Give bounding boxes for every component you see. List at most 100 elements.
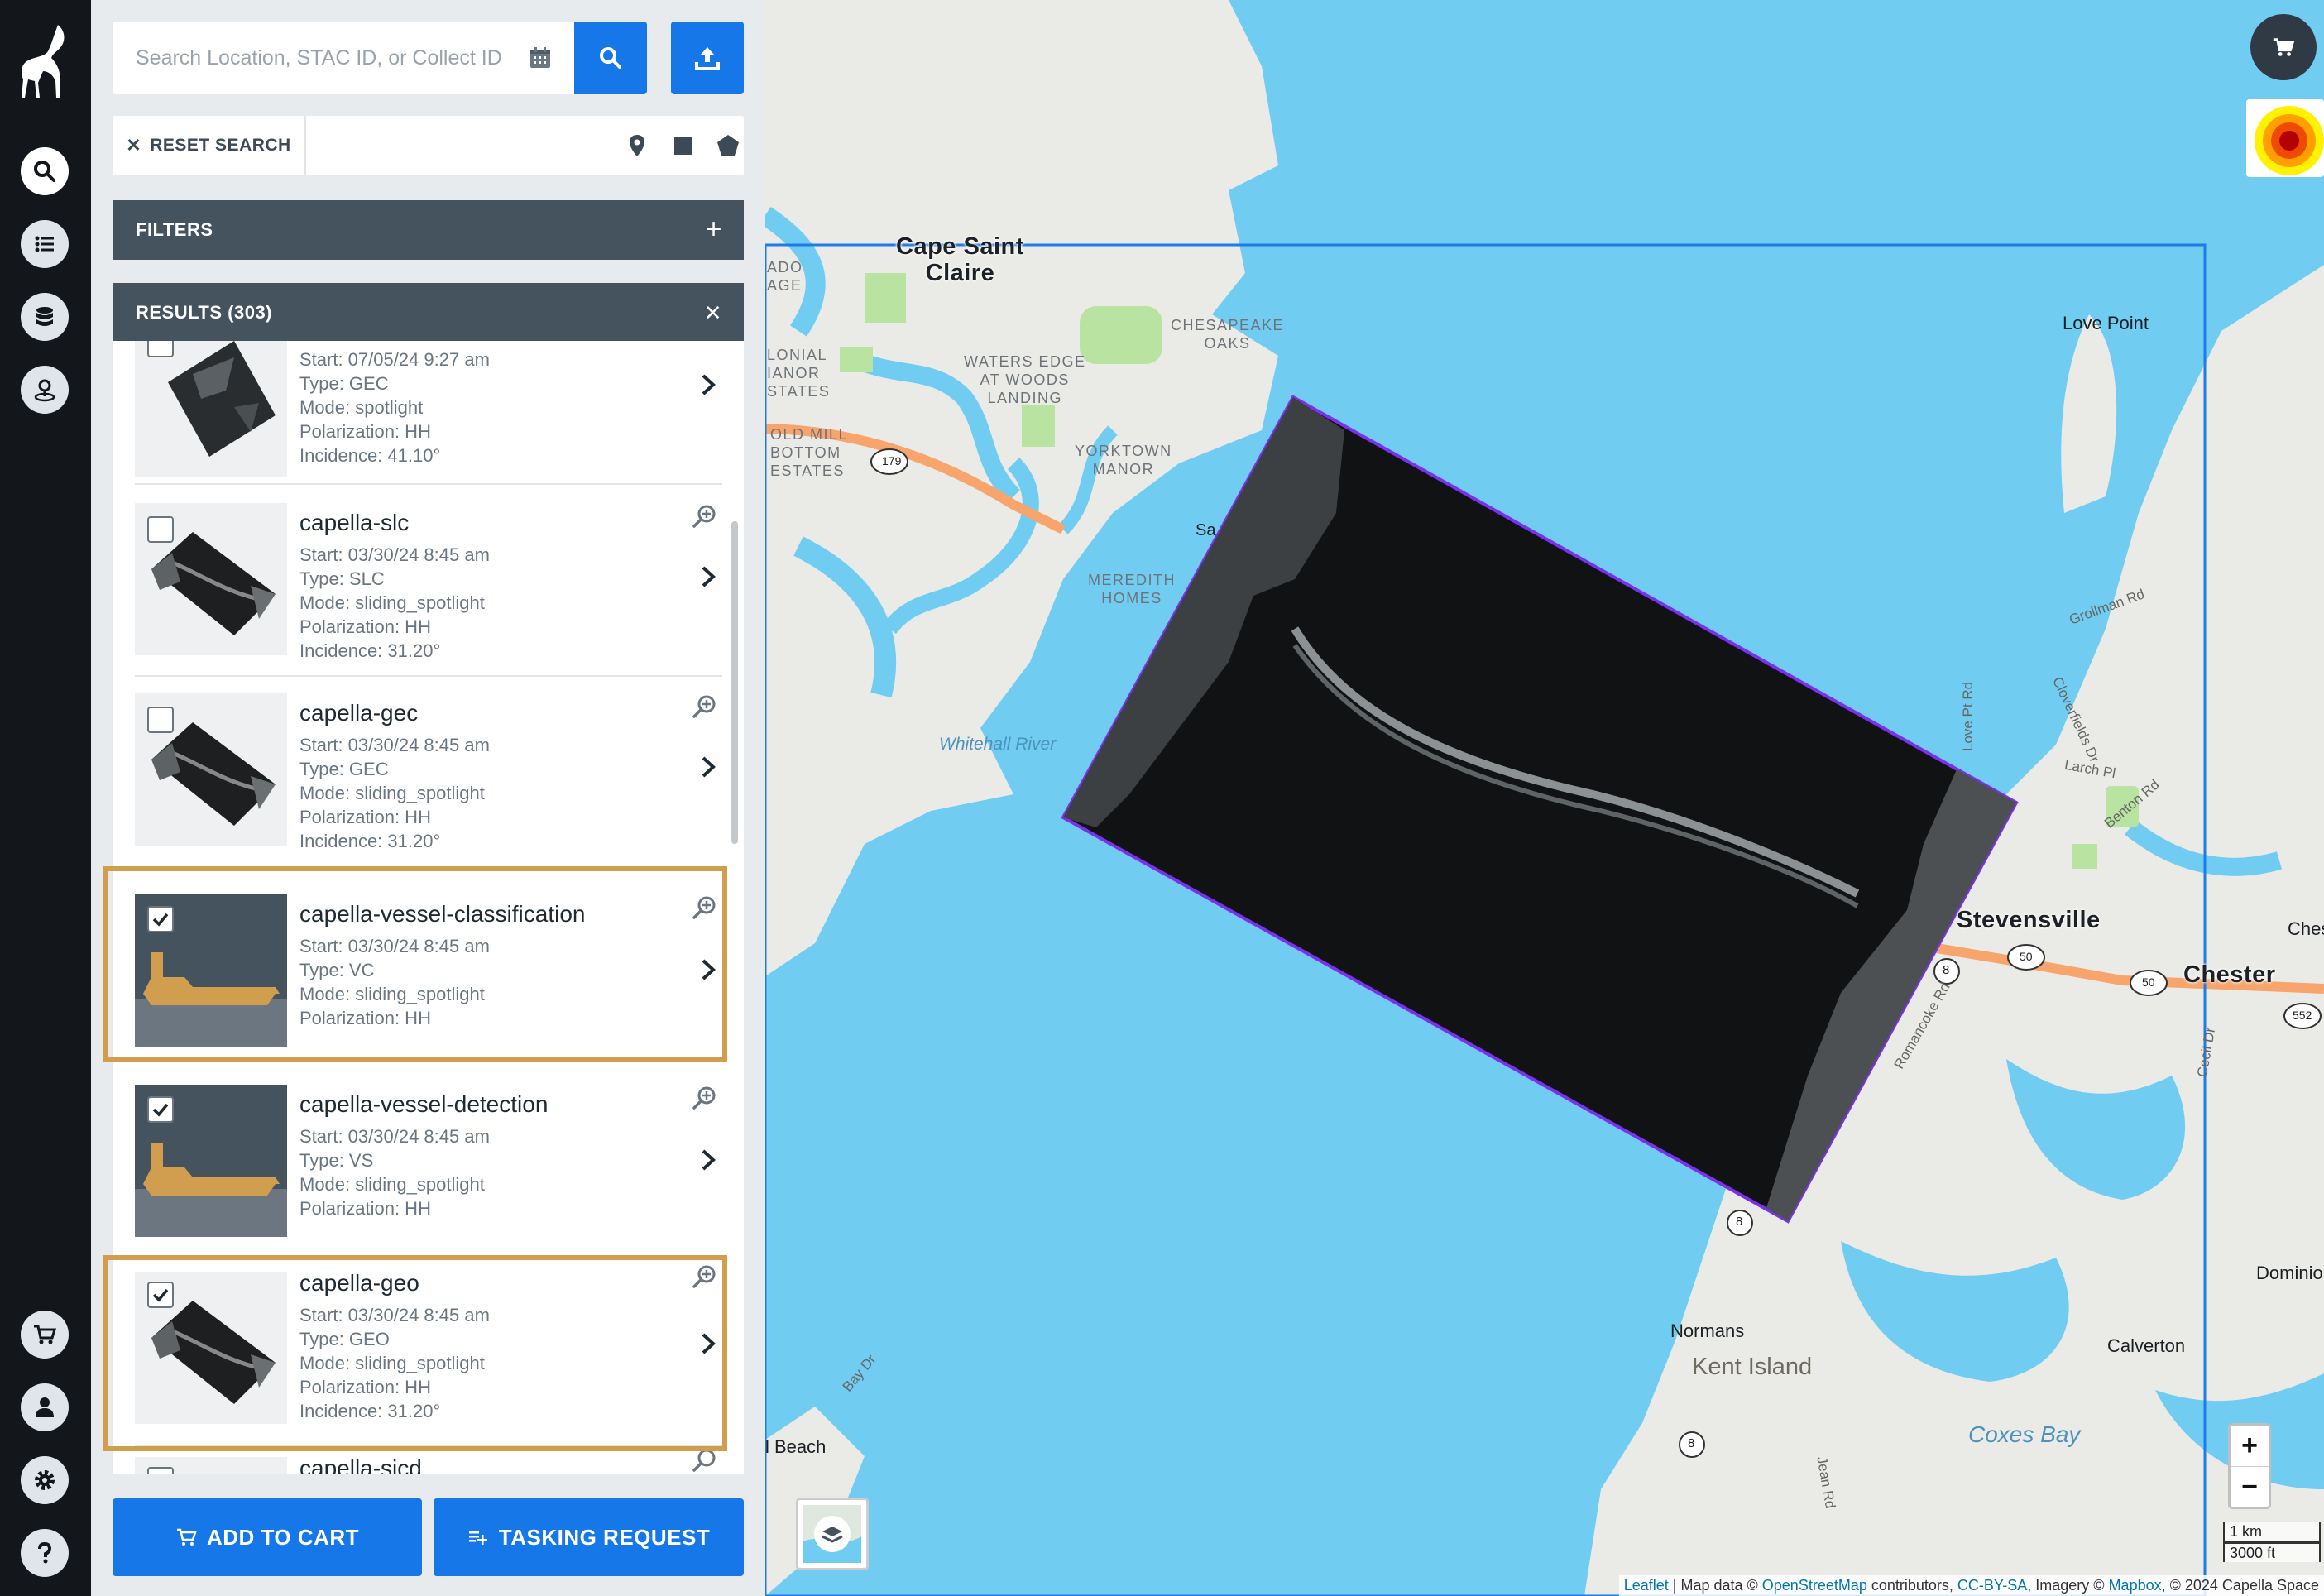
result-checkbox[interactable] [147, 1096, 174, 1123]
map-label: Whitehall River [939, 735, 1057, 754]
mapbox-link[interactable]: Mapbox [2109, 1577, 2162, 1594]
result-polarization: Polarization: HH [299, 421, 431, 442]
heatmap-icon [2246, 99, 2324, 177]
filters-bar[interactable]: FILTERS + [113, 200, 744, 260]
list-item[interactable]: capella-vessel-classification Start: 03/… [113, 884, 744, 1075]
zoom-in-button[interactable]: + [2231, 1426, 2269, 1467]
result-title: capella-vessel-classification [299, 901, 586, 927]
attribution-text: contributors, [1866, 1577, 1957, 1594]
result-thumbnail [135, 341, 287, 477]
attribution-text: , Imagery © [2027, 1577, 2109, 1594]
result-type: Type: GEO [299, 1329, 390, 1349]
scrollbar[interactable] [731, 521, 738, 844]
add-to-cart-button[interactable]: ADD TO CART [113, 1498, 422, 1576]
map-label: Dominio [2256, 1263, 2323, 1283]
close-icon[interactable]: ✕ [704, 300, 722, 326]
zoom-to-icon[interactable] [692, 1085, 718, 1111]
result-title: capella-sicd [299, 1455, 422, 1474]
zoom-to-icon[interactable] [692, 1447, 718, 1474]
reset-search-button[interactable]: ✕ RESET SEARCH [113, 116, 306, 175]
results-list[interactable]: Start: 07/05/24 9:27 am Type: GEC Mode: … [113, 341, 744, 1474]
map-label: OLD MILL BOTTOM ESTATES [770, 426, 849, 479]
polygon-icon[interactable] [715, 132, 741, 159]
search-icon [600, 47, 621, 69]
chevron-right-icon[interactable] [698, 755, 718, 779]
map-view[interactable]: Cape Saint Claire CHESAPEAKE OAKS WATERS… [765, 0, 2324, 1596]
heatmap-toggle[interactable] [2246, 99, 2324, 177]
chevron-right-icon[interactable] [698, 564, 718, 589]
map-label: Normans [1670, 1320, 1745, 1341]
result-checkbox[interactable] [147, 1467, 174, 1474]
leaflet-link[interactable]: Leaflet [1624, 1577, 1669, 1594]
zoom-out-button[interactable]: − [2231, 1467, 2269, 1507]
cart-button[interactable] [2250, 14, 2317, 80]
plus-icon[interactable]: + [706, 213, 722, 246]
capella-logo [22, 25, 65, 98]
result-checkbox[interactable] [147, 906, 174, 932]
map-label: MEREDITH HOMES [1088, 572, 1176, 606]
list-item[interactable]: capella-gec Start: 03/30/24 8:45 am Type… [113, 693, 744, 867]
result-polarization: Polarization: HH [299, 807, 431, 827]
scale-ft: 3000 ft [2223, 1542, 2321, 1562]
map-attribution: Leaflet | Map data © OpenStreetMap contr… [1618, 1575, 2324, 1596]
result-start: Start: 03/30/24 8:45 am [299, 544, 490, 565]
result-polarization: Polarization: HH [299, 616, 431, 637]
map-label: WATERS EDGE AT WOODS LANDING [964, 353, 1086, 406]
tasking-request-button[interactable]: TASKING REQUEST [434, 1498, 744, 1576]
zoom-to-icon[interactable] [692, 693, 718, 720]
rectangle-icon[interactable] [670, 132, 697, 159]
list-nav-button[interactable] [21, 220, 69, 268]
search-icon [34, 161, 55, 182]
map-label: Calverton [2107, 1335, 2186, 1356]
search-toolbar: ✕ RESET SEARCH [113, 116, 744, 175]
result-checkbox[interactable] [147, 341, 174, 357]
route-shield: 50 [2020, 950, 2033, 963]
upload-button[interactable] [671, 22, 744, 94]
result-type: Type: SLC [299, 568, 385, 589]
map-label: Kent Island [1692, 1354, 1813, 1380]
map-label: Stevensville [1957, 907, 2101, 933]
result-mode: Mode: sliding_spotlight [299, 783, 485, 803]
settings-nav-button[interactable] [21, 1456, 69, 1504]
results-bar: RESULTS (303) ✕ [113, 283, 744, 343]
layers-button[interactable] [796, 1498, 869, 1570]
database-nav-button[interactable] [21, 293, 69, 341]
list-icon [35, 236, 54, 252]
scale-km: 1 km [2223, 1522, 2321, 1542]
help-icon [38, 1541, 52, 1564]
result-start: Start: 03/30/24 8:45 am [299, 936, 490, 956]
database-icon [36, 307, 53, 326]
list-item[interactable]: capella-sicd [113, 1449, 744, 1474]
result-checkbox[interactable] [147, 516, 174, 543]
chevron-right-icon[interactable] [698, 1148, 718, 1172]
osm-link[interactable]: OpenStreetMap [1762, 1577, 1867, 1594]
result-type: Type: VS [299, 1150, 374, 1171]
cart-plus-icon [176, 1528, 197, 1546]
cart-nav-button[interactable] [21, 1311, 69, 1359]
route-shield: 179 [882, 454, 902, 467]
result-checkbox[interactable] [147, 707, 174, 733]
help-nav-button[interactable] [21, 1529, 69, 1577]
pin-icon[interactable] [624, 132, 650, 159]
license-link[interactable]: CC-BY-SA [1957, 1577, 2027, 1594]
zoom-to-icon[interactable] [692, 894, 718, 921]
chevron-right-icon[interactable] [698, 372, 718, 397]
list-item[interactable]: Start: 07/05/24 9:27 am Type: GEC Mode: … [113, 341, 744, 485]
zoom-to-icon[interactable] [692, 503, 718, 530]
search-nav-button[interactable] [21, 147, 69, 195]
result-checkbox[interactable] [147, 1282, 174, 1308]
route-shield: 8 [1688, 1436, 1695, 1450]
map-label: Cape Saint Claire [896, 233, 1024, 286]
chevron-right-icon[interactable] [698, 957, 718, 982]
user-nav-button[interactable] [21, 1383, 69, 1431]
list-item[interactable]: capella-vessel-detection Start: 03/30/24… [113, 1075, 744, 1257]
chevron-right-icon[interactable] [698, 1331, 718, 1356]
map-label: Love Pt Rd [1960, 681, 1977, 752]
location-nav-button[interactable] [21, 366, 69, 414]
calendar-icon[interactable] [528, 46, 553, 70]
search-input[interactable] [113, 22, 516, 94]
list-item[interactable]: capella-slc Start: 03/30/24 8:45 am Type… [113, 503, 744, 677]
zoom-to-icon[interactable] [692, 1263, 718, 1290]
list-item[interactable]: capella-geo Start: 03/30/24 8:45 am Type… [113, 1257, 744, 1447]
search-button[interactable] [574, 22, 647, 94]
